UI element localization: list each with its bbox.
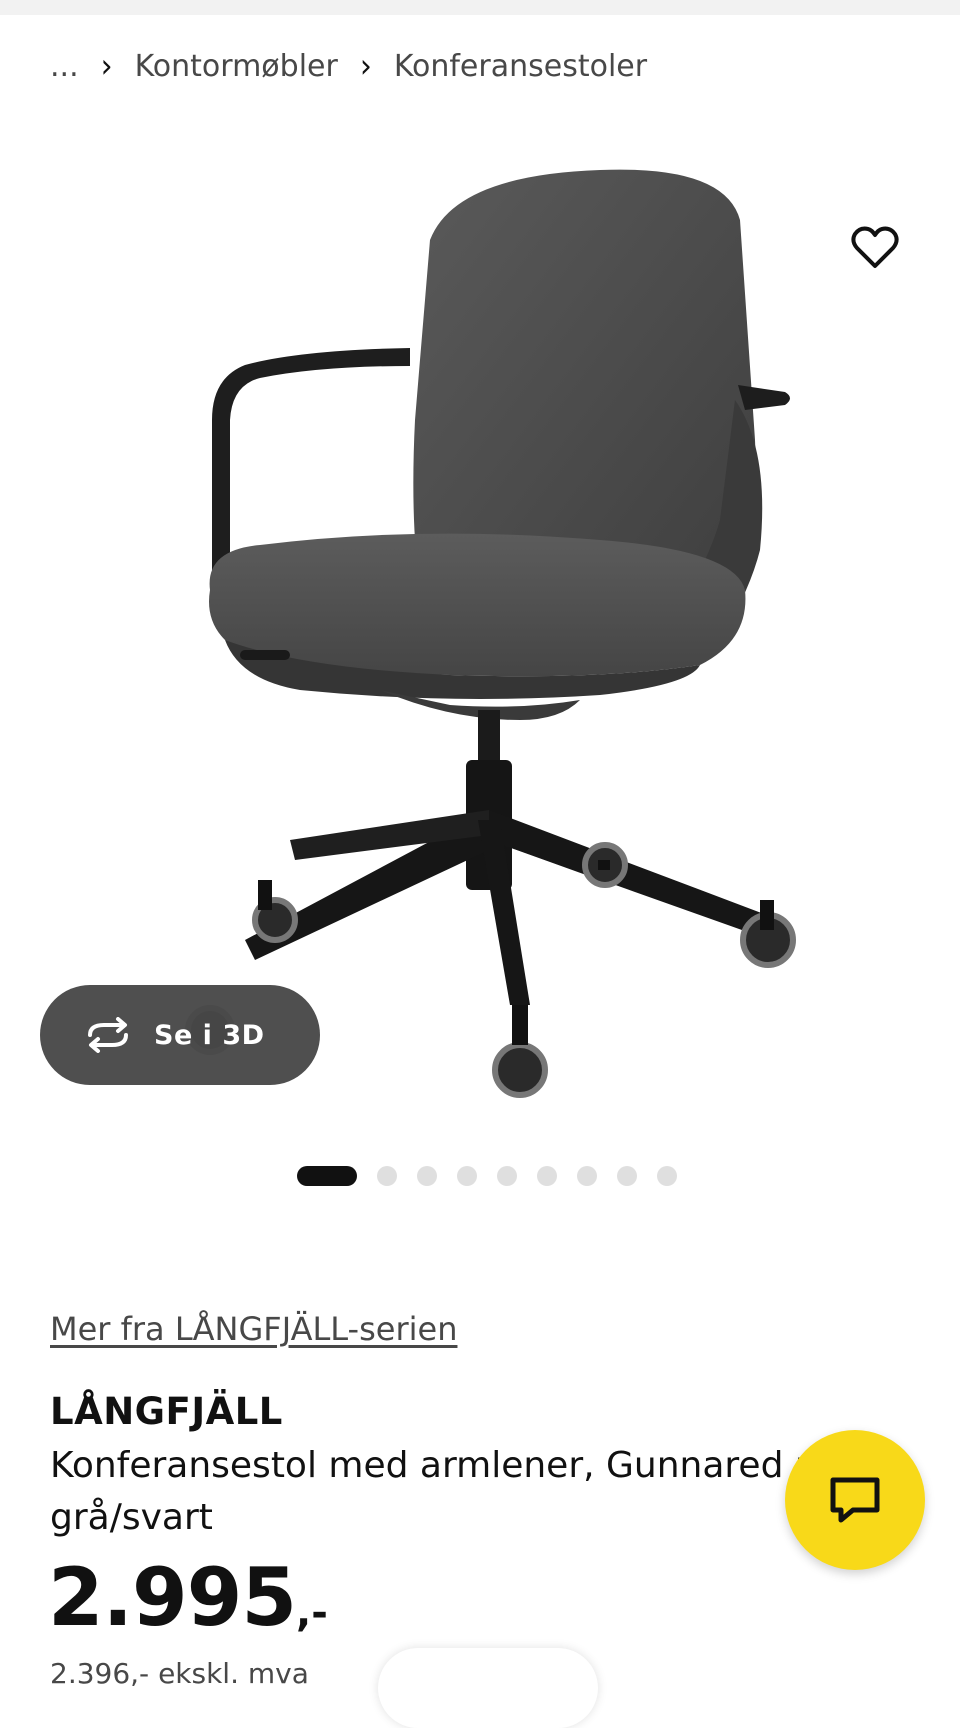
chevron-right-icon: › — [100, 46, 113, 86]
rotate-3d-icon — [88, 1017, 128, 1053]
chat-bubble-icon — [830, 1477, 880, 1523]
chevron-right-icon: › — [359, 46, 372, 86]
heart-icon — [851, 226, 899, 268]
view-3d-button[interactable]: Se i 3D — [40, 985, 320, 1085]
gallery-dot[interactable] — [457, 1166, 477, 1186]
view-3d-label: Se i 3D — [154, 1019, 265, 1051]
gallery-dot[interactable] — [617, 1166, 637, 1186]
gallery-pagination — [297, 1165, 697, 1187]
favorite-button[interactable] — [835, 208, 915, 288]
breadcrumb-item-kontormobler[interactable]: Kontormøbler — [135, 49, 338, 84]
floating-action-pill[interactable] — [378, 1648, 598, 1728]
gallery-dot[interactable] — [377, 1166, 397, 1186]
breadcrumb-item-konferansestoler[interactable]: Konferansestoler — [394, 49, 647, 84]
chair-image — [185, 169, 796, 1098]
gallery-dot[interactable] — [497, 1166, 517, 1186]
gallery-dot[interactable] — [537, 1166, 557, 1186]
gallery-dot[interactable] — [577, 1166, 597, 1186]
gallery-dot-active[interactable] — [297, 1166, 357, 1186]
chat-button[interactable] — [785, 1430, 925, 1570]
gallery-dot[interactable] — [417, 1166, 437, 1186]
series-link[interactable]: Mer fra LÅNGFJÄLL-serien — [50, 1310, 457, 1348]
product-image[interactable] — [0, 120, 960, 1120]
price-amount: 2.995 — [48, 1551, 297, 1644]
product-name: LÅNGFJÄLL — [50, 1390, 283, 1433]
breadcrumb-ellipsis[interactable]: ... — [50, 49, 79, 84]
status-bar-strip — [0, 0, 960, 15]
price-ex-vat: 2.396,- ekskl. mva — [50, 1657, 309, 1690]
breadcrumb: ... › Kontormøbler › Konferansestoler — [50, 46, 647, 86]
gallery-dot[interactable] — [657, 1166, 677, 1186]
